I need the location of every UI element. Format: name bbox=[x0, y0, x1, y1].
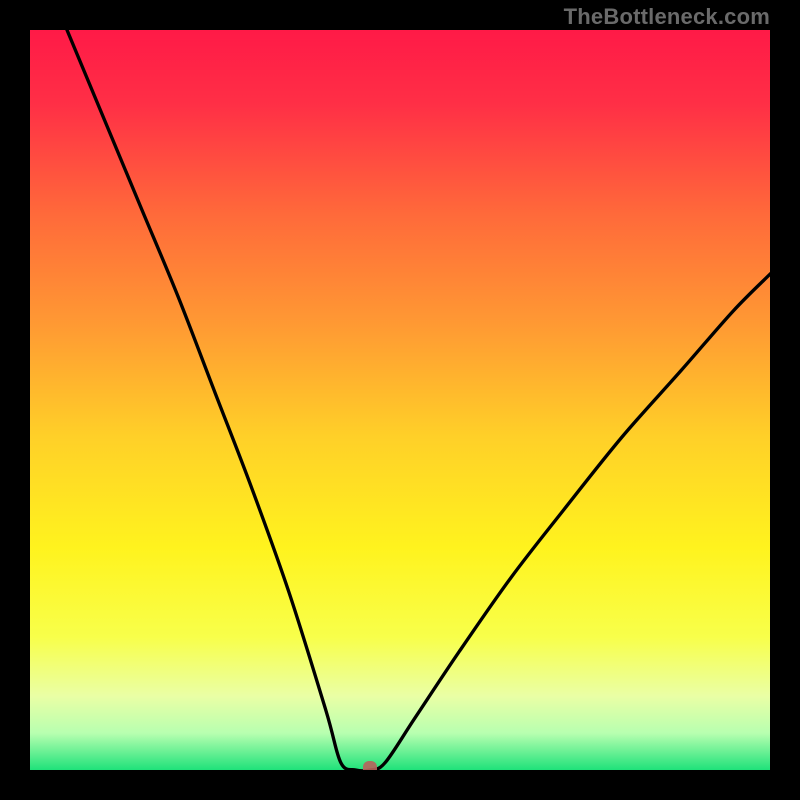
chart-frame: TheBottleneck.com bbox=[0, 0, 800, 800]
bottleneck-curve bbox=[30, 30, 770, 770]
plot-area bbox=[30, 30, 770, 770]
watermark-text: TheBottleneck.com bbox=[564, 4, 770, 30]
optimum-marker bbox=[363, 761, 377, 770]
